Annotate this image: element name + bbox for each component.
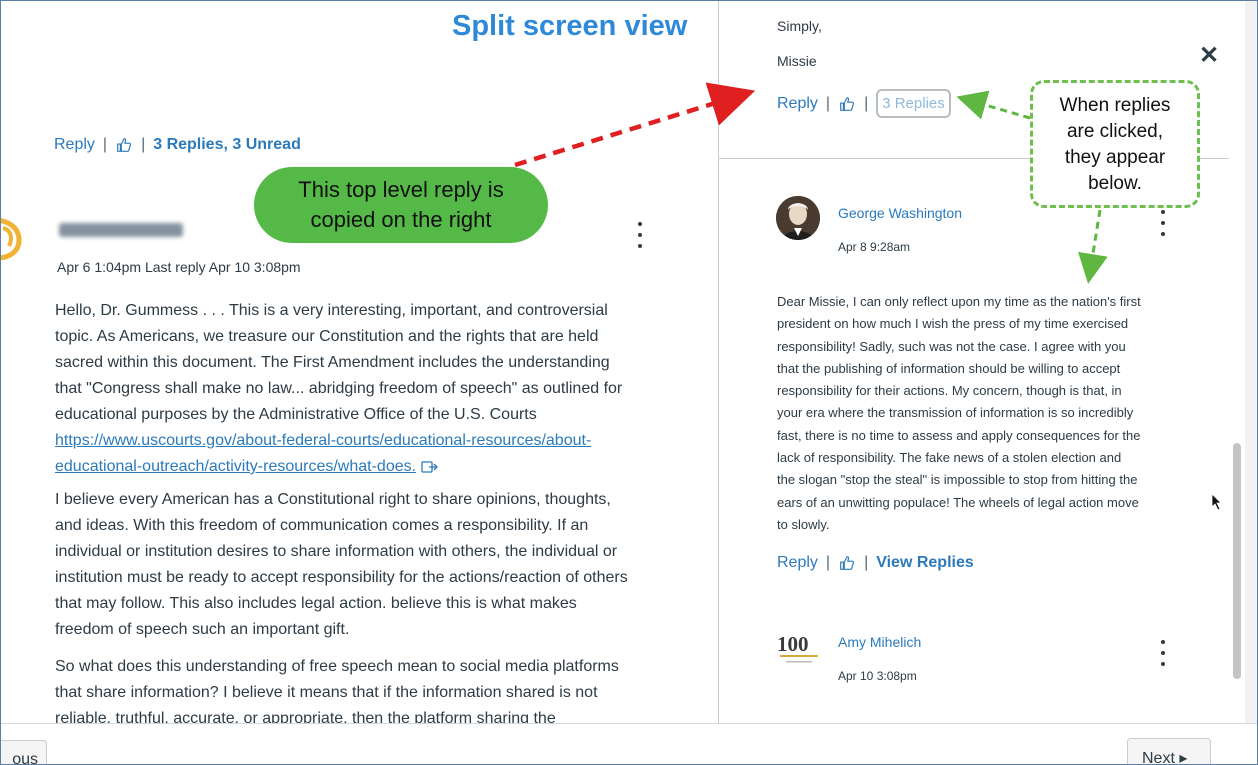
text-line: and ideas. With this freedom of communic…	[55, 517, 589, 534]
uscourts-link-cont[interactable]: educational-outreach/activity-resources/…	[55, 454, 416, 480]
replies-button[interactable]: 3 Replies	[876, 89, 951, 118]
text-line: freedom of speech such an important gift…	[55, 621, 350, 638]
like-icon[interactable]	[115, 136, 133, 154]
top-reply-actions: Reply | | 3 Replies, 3 Unread	[54, 136, 301, 154]
post-paragraph-2: I believe every American has a Constitut…	[55, 487, 695, 643]
callout-line: below.	[1088, 173, 1142, 194]
reply-actions: Reply | | View Replies	[777, 554, 974, 572]
reply-date: Apr 8 9:28am	[838, 240, 911, 254]
amy-mihelich-avatar: 100	[776, 625, 824, 673]
callout-line: When replies	[1059, 95, 1171, 116]
copied-reply-actions: Reply | | 3 Replies	[777, 89, 951, 118]
text-line: responsibility for their actions. My con…	[777, 383, 1122, 399]
text-line: that may follow. This also includes lega…	[55, 595, 577, 612]
replies-callout: When replies are clicked, they appear be…	[1030, 80, 1200, 208]
reply-link[interactable]: Reply	[54, 136, 95, 154]
outer-scrollbar-track[interactable]	[1245, 1, 1257, 723]
text-line: Hello, Dr. Gummess . . . This is a very …	[55, 302, 608, 319]
text-line: topic. As Americans, we treasure our Con…	[55, 328, 599, 345]
author-name-redacted	[59, 223, 183, 237]
separator: |	[141, 136, 146, 153]
previous-button[interactable]: ous	[1, 740, 47, 764]
next-button[interactable]: Next ▸	[1127, 738, 1211, 764]
separator: |	[864, 94, 869, 112]
text-line: that "Congress shall make no law... abri…	[55, 380, 623, 397]
george-washington-avatar	[776, 196, 820, 240]
text-line: institution must be ready to accept resp…	[55, 569, 628, 586]
bottom-nav-bar: ous Next ▸	[1, 723, 1257, 764]
text-line: to slowly.	[777, 516, 830, 532]
post-paragraph-3: So what does this understanding of free …	[55, 654, 695, 723]
callout-line: copied on the right	[310, 207, 492, 232]
view-replies-link[interactable]: View Replies	[876, 554, 974, 572]
separator: |	[825, 554, 831, 571]
signoff-text: Simply,	[777, 18, 822, 34]
split-screen-title-annotation: Split screen view	[452, 10, 688, 42]
text-line: that the publishing of information shoul…	[777, 360, 1121, 376]
callout-line: they appear	[1064, 147, 1166, 168]
separator: |	[825, 94, 831, 112]
callout-line: This top level reply is	[298, 177, 504, 202]
close-icon[interactable]: ✕	[1199, 41, 1219, 70]
reply-author-name[interactable]: Amy Mihelich	[838, 634, 921, 650]
separator: |	[102, 136, 108, 153]
text-line: reliable, truthful, accurate, or appropr…	[55, 710, 556, 723]
text-line: sacred within this document. The First A…	[55, 354, 610, 371]
mouse-cursor-icon	[1211, 493, 1222, 511]
uscourts-link[interactable]: https://www.uscourts.gov/about-federal-c…	[55, 432, 591, 449]
signoff-name: Missie	[777, 53, 817, 69]
text-line: So what does this understanding of free …	[55, 658, 619, 675]
avatar-logo-text: 100	[777, 632, 809, 656]
reply-body: Dear Missie, I can only reflect upon my …	[777, 291, 1197, 536]
post-date: Apr 6 1:04pm Last reply Apr 10 3:08pm	[57, 259, 301, 275]
text-line: lack of responsibility. The fake news of…	[777, 450, 1122, 466]
text-line: the slogan "stop the steal" is impossibl…	[777, 472, 1138, 488]
reply-date: Apr 10 3:08pm	[838, 669, 917, 683]
author-avatar	[1, 218, 22, 261]
callout-line: are clicked,	[1066, 121, 1164, 142]
more-options-icon[interactable]	[1157, 640, 1169, 666]
reply-link[interactable]: Reply	[777, 554, 818, 572]
text-line: fast, there is no time to assess and app…	[777, 427, 1141, 443]
text-line: your era where the transmission of infor…	[777, 405, 1134, 421]
reply-link[interactable]: Reply	[777, 95, 818, 113]
text-line: president on how much I wish the press o…	[777, 316, 1129, 332]
text-line: ears of an unwitting populace! The wheel…	[777, 494, 1139, 510]
like-icon[interactable]	[838, 95, 856, 113]
post-paragraph-1: Hello, Dr. Gummess . . . This is a very …	[55, 298, 695, 480]
text-line: educational purposes by the Administrati…	[55, 406, 537, 423]
separator: |	[864, 554, 869, 571]
text-line: that share information? I believe it mea…	[55, 684, 598, 701]
replies-unread-link[interactable]: 3 Replies, 3 Unread	[153, 136, 301, 154]
scrollbar-thumb[interactable]	[1233, 443, 1241, 679]
more-options-icon[interactable]	[634, 222, 646, 248]
external-link-icon	[421, 461, 438, 473]
text-line: responsibility! Sadly, such was not the …	[777, 338, 1126, 354]
more-options-icon[interactable]	[1157, 210, 1169, 236]
discussion-main-pane: Reply | | 3 Replies, 3 Unread Apr 6 1:04…	[1, 1, 717, 723]
reply-author-name[interactable]: George Washington	[838, 205, 962, 221]
text-line: Dear Missie, I can only reflect upon my …	[777, 294, 1141, 309]
text-line: individual or institution desires to sha…	[55, 543, 618, 560]
text-line: I believe every American has a Constitut…	[55, 491, 611, 508]
top-level-reply-callout: This top level reply is copied on the ri…	[254, 167, 548, 243]
like-icon[interactable]	[838, 554, 856, 572]
